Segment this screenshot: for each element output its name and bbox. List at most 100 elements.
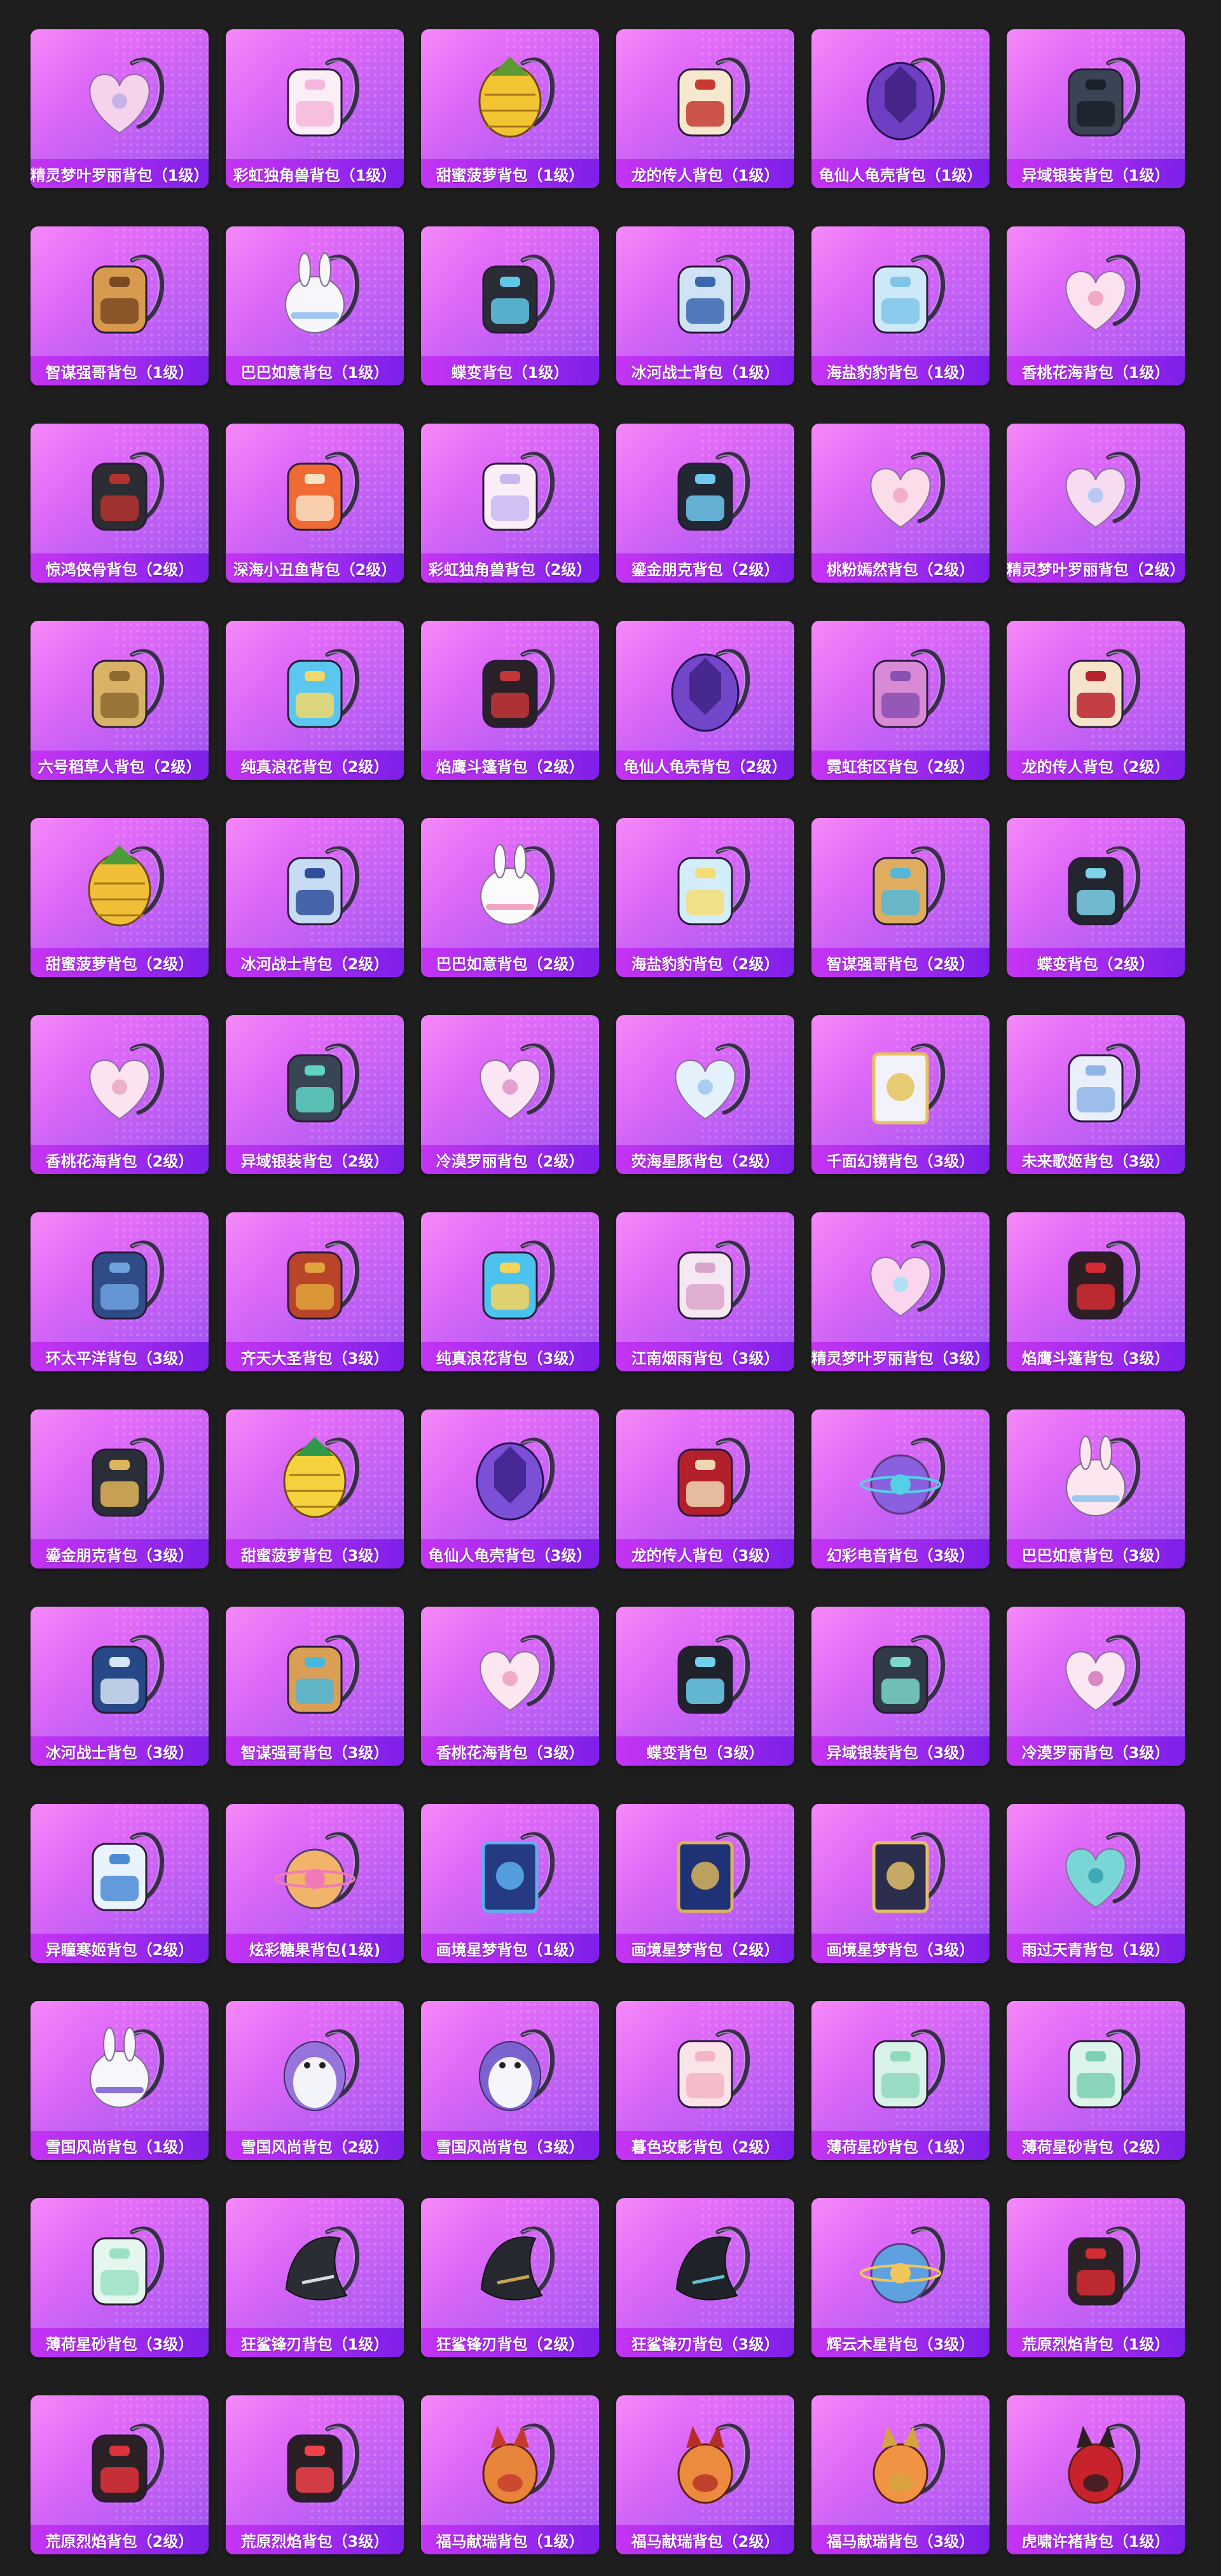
backpack-card[interactable]: 冰河战士背包（3级） — [31, 1607, 209, 1766]
backpack-label: 千面幻镜背包（3级） — [826, 1152, 975, 1170]
backpack-card[interactable]: 画境星梦背包（2级） — [616, 1804, 794, 1963]
monkey-king-backpack-icon — [251, 1221, 378, 1329]
backpack-card[interactable]: 焰鹰斗篷背包（2级） — [421, 621, 599, 780]
backpack-card[interactable]: 冰河战士背包（1级） — [616, 226, 794, 385]
backpack-card[interactable]: 未来歌姬背包（3级） — [1007, 1015, 1185, 1174]
backpack-card[interactable]: 智谋强哥背包（3级） — [226, 1607, 404, 1766]
star-dream-book-backpack-icon — [642, 1812, 769, 1920]
backpack-card[interactable]: 异域银装背包（3级） — [811, 1607, 990, 1766]
backpack-card[interactable]: 雪国风尚背包（1级） — [31, 2001, 209, 2160]
backpack-card[interactable]: 深海小丑鱼背包（2级） — [226, 424, 404, 583]
backpack-card[interactable]: 蝶变背包（1级） — [421, 226, 599, 385]
backpack-card[interactable]: 福马献瑞背包（1级） — [421, 2395, 599, 2554]
backpack-card[interactable]: 荒原烈焰背包（3级） — [226, 2395, 404, 2554]
backpack-card[interactable]: 惊鸿侠骨背包（2级） — [31, 424, 209, 583]
backpack-card[interactable]: 霓虹街区背包（2级） — [811, 621, 990, 780]
backpack-card[interactable]: 雪国风尚背包（2级） — [226, 2001, 404, 2160]
backpack-label: 六号稻草人背包（2级） — [38, 758, 202, 776]
backpack-card[interactable]: 六号稻草人背包（2级） — [31, 621, 209, 780]
backpack-card[interactable]: 巴巴如意背包（3级） — [1007, 1409, 1185, 1568]
label-bar: 荒原烈焰背包（3级） — [226, 2524, 404, 2554]
backpack-card[interactable]: 薄荷星砂背包（1级） — [811, 2001, 990, 2160]
backpack-card[interactable]: 薄荷星砂背包（3级） — [31, 2198, 209, 2357]
backpack-card[interactable]: 智谋强哥背包（1级） — [31, 226, 209, 385]
backpack-card[interactable]: 海盐豹豹背包（1级） — [811, 226, 990, 385]
backpack-label: 冰河战士背包（3级） — [45, 1743, 194, 1762]
backpack-card[interactable]: 幻彩电音背包（3级） — [811, 1409, 990, 1568]
label-bar: 巴巴如意背包（1级） — [226, 356, 404, 385]
backpack-card[interactable]: 香桃花海背包（1级） — [1007, 226, 1185, 385]
backpack-card[interactable]: 冷漠罗丽背包（3级） — [1007, 1607, 1185, 1766]
backpack-card[interactable]: 鎏金朋克背包（2级） — [616, 424, 794, 583]
backpack-card[interactable]: 鎏金朋克背包（3级） — [31, 1409, 209, 1568]
backpack-card[interactable]: 智谋强哥背包（2级） — [811, 818, 990, 977]
backpack-card[interactable]: 纯真浪花背包（2级） — [226, 621, 404, 780]
backpack-card[interactable]: 蝶变背包（2级） — [1007, 818, 1185, 977]
backpack-card[interactable]: 冷漠罗丽背包（2级） — [421, 1015, 599, 1174]
backpack-card[interactable]: 香桃花海背包（2级） — [31, 1015, 209, 1174]
backpack-card[interactable]: 荧海星豚背包（2级） — [616, 1015, 794, 1174]
backpack-card[interactable]: 荒原烈焰背包（2级） — [31, 2395, 209, 2554]
glacier-warrior-backpack-icon — [56, 1615, 183, 1723]
label-bar: 福马献瑞背包（2级） — [616, 2524, 794, 2554]
backpack-card[interactable]: 巴巴如意背包（1级） — [226, 226, 404, 385]
backpack-card[interactable]: 彩虹独角兽背包（2级） — [421, 424, 599, 583]
backpack-card[interactable]: 龙的传人背包（3级） — [616, 1409, 794, 1568]
backpack-card[interactable]: 海盐豹豹背包（2级） — [616, 818, 794, 977]
backpack-card[interactable]: 甜蜜菠萝背包（1级） — [421, 29, 599, 188]
celadon-pendant-backpack-icon — [1032, 1812, 1159, 1920]
backpack-card[interactable]: 桃粉嫣然背包（2级） — [811, 424, 990, 583]
backpack-card[interactable]: 精灵梦叶罗丽背包（1级） — [31, 29, 209, 188]
backpack-card[interactable]: 精灵梦叶罗丽背包（2级） — [1007, 424, 1185, 583]
backpack-card[interactable]: 彩虹独角兽背包（1级） — [226, 29, 404, 188]
backpack-card[interactable]: 千面幻镜背包（3级） — [811, 1015, 990, 1174]
label-bar: 巴巴如意背包（2级） — [421, 947, 599, 977]
backpack-card[interactable]: 香桃花海背包（3级） — [421, 1607, 599, 1766]
backpack-card[interactable]: 辉云木星背包（3级） — [811, 2198, 990, 2357]
backpack-card[interactable]: 暮色玫影背包（2级） — [616, 2001, 794, 2160]
backpack-card[interactable]: 巴巴如意背包（2级） — [421, 818, 599, 977]
backpack-card[interactable]: 江南烟雨背包（3级） — [616, 1212, 794, 1371]
backpack-card[interactable]: 福马献瑞背包（2级） — [616, 2395, 794, 2554]
label-bar: 异域银装背包（3级） — [811, 1736, 990, 1766]
backpack-card[interactable]: 炫彩糖果背包(1级) — [226, 1804, 404, 1963]
backpack-card[interactable]: 荒原烈焰背包（1级） — [1007, 2198, 1185, 2357]
backpack-card[interactable]: 焰鹰斗篷背包（3级） — [1007, 1212, 1185, 1371]
backpack-card[interactable]: 齐天大圣背包（3级） — [226, 1212, 404, 1371]
label-bar: 幻彩电音背包（3级） — [811, 1539, 990, 1568]
backpack-card[interactable]: 异域银装背包（2级） — [226, 1015, 404, 1174]
backpack-card[interactable]: 虎啸许褚背包（1级） — [1007, 2395, 1185, 2554]
backpack-card[interactable]: 纯真浪花背包（3级） — [421, 1212, 599, 1371]
backpack-label: 画境星梦背包（3级） — [826, 1941, 975, 1959]
backpack-card[interactable]: 狂鲨锋刃背包（1级） — [226, 2198, 404, 2357]
backpack-card[interactable]: 画境星梦背包（1级） — [421, 1804, 599, 1963]
backpack-card[interactable]: 雨过天青背包（1级） — [1007, 1804, 1185, 1963]
donut-backpack-icon — [251, 1812, 378, 1920]
backpack-card[interactable]: 异瞳寒姬背包（2级） — [31, 1804, 209, 1963]
backpack-card[interactable]: 狂鲨锋刃背包（2级） — [421, 2198, 599, 2357]
backpack-card[interactable]: 雪国风尚背包（3级） — [421, 2001, 599, 2160]
pineapple-backpack-icon — [446, 38, 574, 146]
label-bar: 智谋强哥背包（2级） — [811, 947, 990, 977]
backpack-card[interactable]: 龟仙人龟壳背包（2级） — [616, 621, 794, 780]
backpack-card[interactable]: 龟仙人龟壳背包（1级） — [811, 29, 990, 188]
label-bar: 龟仙人龟壳背包（3级） — [421, 1539, 599, 1568]
backpack-card[interactable]: 龙的传人背包（2级） — [1007, 621, 1185, 780]
backpack-card[interactable]: 画境星梦背包（3级） — [811, 1804, 990, 1963]
backpack-label: 智谋强哥背包（1级） — [45, 363, 194, 382]
backpack-card[interactable]: 蝶变背包（3级） — [616, 1607, 794, 1766]
backpack-card[interactable]: 龟仙人龟壳背包（3级） — [421, 1409, 599, 1568]
backpack-card[interactable]: 甜蜜菠萝背包（2级） — [31, 818, 209, 977]
backpack-card[interactable]: 异域银装背包（1级） — [1007, 29, 1185, 188]
backpack-card[interactable]: 薄荷星砂背包（2级） — [1007, 2001, 1185, 2160]
shark-blade-backpack-icon — [251, 2206, 378, 2315]
backpack-card[interactable]: 冰河战士背包（2级） — [226, 818, 404, 977]
backpack-card[interactable]: 精灵梦叶罗丽背包（3级） — [811, 1212, 990, 1371]
backpack-card[interactable]: 龙的传人背包（1级） — [616, 29, 794, 188]
electro-sound-backpack-icon — [837, 1418, 964, 1526]
backpack-label: 薄荷星砂背包（1级） — [826, 2138, 975, 2156]
backpack-card[interactable]: 狂鲨锋刃背包（3级） — [616, 2198, 794, 2357]
backpack-card[interactable]: 环太平洋背包（3级） — [31, 1212, 209, 1371]
backpack-card[interactable]: 甜蜜菠萝背包（3级） — [226, 1409, 404, 1568]
backpack-card[interactable]: 福马献瑞背包（3级） — [811, 2395, 990, 2554]
